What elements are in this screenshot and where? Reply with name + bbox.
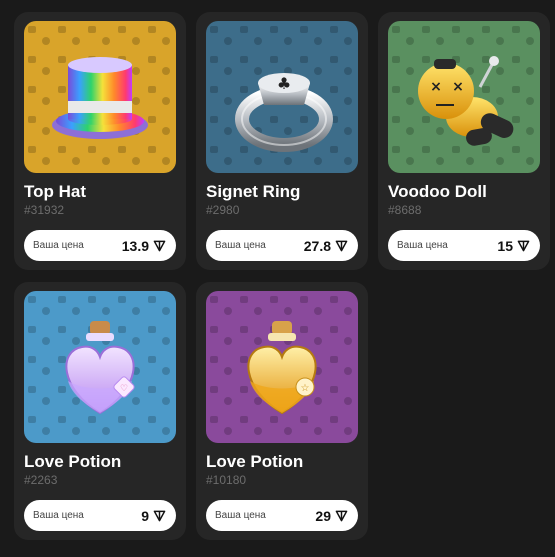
gift-image: ☆ bbox=[206, 291, 358, 443]
price-amount: 9 bbox=[141, 507, 149, 524]
price-button[interactable]: Ваша цена 29 bbox=[206, 500, 358, 531]
gift-card[interactable]: ☆ Love Potion #10180 Ваша цена 29 bbox=[196, 282, 368, 540]
price-value: 13.9 bbox=[122, 238, 166, 254]
gift-image: ♡ bbox=[24, 291, 176, 443]
price-amount: 29 bbox=[315, 507, 331, 524]
price-button[interactable]: Ваша цена 27.8 bbox=[206, 230, 358, 261]
price-value: 27.8 bbox=[304, 238, 348, 254]
svg-text:×: × bbox=[430, 79, 442, 95]
price-label: Ваша цена bbox=[215, 510, 266, 521]
love-potion-icon: ☆ bbox=[247, 321, 317, 415]
price-amount: 13.9 bbox=[121, 237, 149, 254]
gift-card[interactable]: Top Hat #31932 Ваша цена 13.9 bbox=[14, 12, 186, 270]
price-value: 29 bbox=[315, 508, 348, 524]
gift-card[interactable]: ♣ Signet Ring #2980 Ваша цена 27.8 bbox=[196, 12, 368, 270]
voodoo-doll-icon: × × bbox=[418, 56, 514, 146]
gift-card[interactable]: × × Voodoo Doll #8688 Ваша цена 15 bbox=[378, 12, 550, 270]
price-value: 15 bbox=[497, 238, 530, 254]
price-label: Ваша цена bbox=[33, 510, 84, 521]
price-label: Ваша цена bbox=[397, 240, 448, 251]
price-button[interactable]: Ваша цена 9 bbox=[24, 500, 176, 531]
gift-image: × × bbox=[388, 21, 540, 173]
gift-name: Love Potion bbox=[24, 452, 122, 471]
gift-number: #31932 bbox=[24, 203, 65, 217]
signet-ring-icon: ♣ bbox=[235, 73, 333, 152]
gift-name: Voodoo Doll bbox=[388, 182, 487, 201]
gift-image bbox=[24, 21, 176, 173]
gift-grid: Top Hat #31932 Ваша цена 13.9 ♣ Signet R… bbox=[14, 12, 550, 540]
price-amount: 27.8 bbox=[303, 237, 331, 254]
svg-text:×: × bbox=[452, 79, 464, 95]
ton-icon bbox=[153, 510, 166, 522]
love-potion-icon: ♡ bbox=[65, 321, 135, 415]
price-button[interactable]: Ваша цена 15 bbox=[388, 230, 540, 261]
svg-text:♣: ♣ bbox=[277, 74, 291, 93]
gift-number: #2980 bbox=[206, 203, 240, 217]
gift-name: Signet Ring bbox=[206, 182, 301, 201]
ton-icon bbox=[517, 240, 530, 252]
price-label: Ваша цена bbox=[215, 240, 266, 251]
ton-icon bbox=[153, 240, 166, 252]
gift-name: Top Hat bbox=[24, 182, 87, 201]
gift-image: ♣ bbox=[206, 21, 358, 173]
svg-text:☆: ☆ bbox=[301, 383, 310, 394]
gift-number: #2263 bbox=[24, 473, 58, 487]
gift-number: #10180 bbox=[206, 473, 247, 487]
price-button[interactable]: Ваша цена 13.9 bbox=[24, 230, 176, 261]
ton-icon bbox=[335, 510, 348, 522]
gift-card[interactable]: ♡ Love Potion #2263 Ваша цена 9 bbox=[14, 282, 186, 540]
gift-name: Love Potion bbox=[206, 452, 304, 471]
gift-number: #8688 bbox=[388, 203, 422, 217]
price-amount: 15 bbox=[497, 237, 513, 254]
top-hat-icon bbox=[52, 57, 148, 139]
ton-icon bbox=[335, 240, 348, 252]
price-value: 9 bbox=[141, 508, 166, 524]
price-label: Ваша цена bbox=[33, 240, 84, 251]
svg-text:♡: ♡ bbox=[120, 384, 128, 394]
